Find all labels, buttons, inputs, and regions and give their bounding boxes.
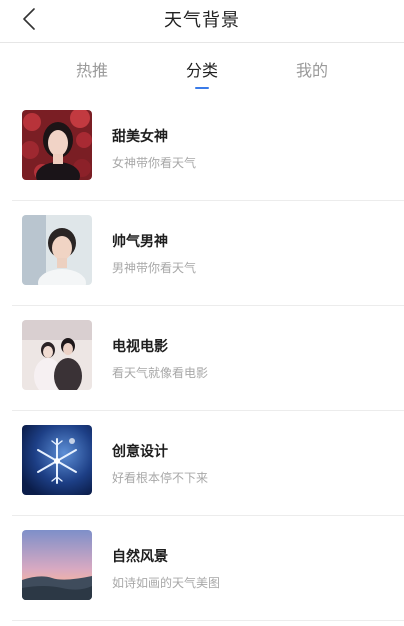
tab-bar: 热推 分类 我的: [0, 43, 404, 95]
list-item-creative-design[interactable]: 创意设计 好看根本停不下来: [12, 411, 404, 516]
tab-mine[interactable]: 我的: [272, 57, 352, 81]
category-subtitle: 男神带你看天气: [112, 261, 197, 275]
snowflake-thumbnail: [22, 425, 92, 495]
category-list: 甜美女神 女神带你看天气 帅气男神 男神带你看天气 电视电影 看天气就像看电影 …: [0, 96, 404, 621]
page-title: 天气背景: [164, 10, 240, 31]
list-item-film-tv[interactable]: 电视电影 看天气就像看电影: [12, 306, 404, 411]
tab-hot[interactable]: 热推: [52, 57, 132, 81]
category-title: 帅气男神: [112, 234, 168, 250]
category-subtitle: 看天气就像看电影: [112, 366, 209, 380]
category-subtitle: 女神带你看天气: [112, 156, 197, 170]
active-tab-indicator: [195, 87, 209, 89]
category-title: 自然风景: [112, 549, 168, 565]
category-subtitle: 好看根本停不下来: [112, 471, 209, 485]
film-still-thumbnail: [22, 320, 92, 390]
category-thumbnail: [22, 530, 92, 600]
list-item-sweet-goddess[interactable]: 甜美女神 女神带你看天气: [12, 96, 404, 201]
category-subtitle: 如诗如画的天气美图: [112, 576, 221, 590]
category-thumbnail: [22, 215, 92, 285]
portrait-man-thumbnail: [22, 215, 92, 285]
category-title: 甜美女神: [112, 129, 168, 145]
category-thumbnail: [22, 110, 92, 180]
list-item-nature-scenery[interactable]: 自然风景 如诗如画的天气美图: [12, 516, 404, 621]
portrait-woman-thumbnail: [22, 110, 92, 180]
tab-category[interactable]: 分类: [162, 57, 242, 81]
category-title: 电视电影: [112, 339, 168, 355]
category-thumbnail: [22, 425, 92, 495]
list-item-handsome-god[interactable]: 帅气男神 男神带你看天气: [12, 201, 404, 306]
category-title: 创意设计: [112, 444, 168, 460]
top-bar: 天气背景: [0, 0, 404, 43]
sunset-landscape-thumbnail: [22, 530, 92, 600]
category-thumbnail: [22, 320, 92, 390]
